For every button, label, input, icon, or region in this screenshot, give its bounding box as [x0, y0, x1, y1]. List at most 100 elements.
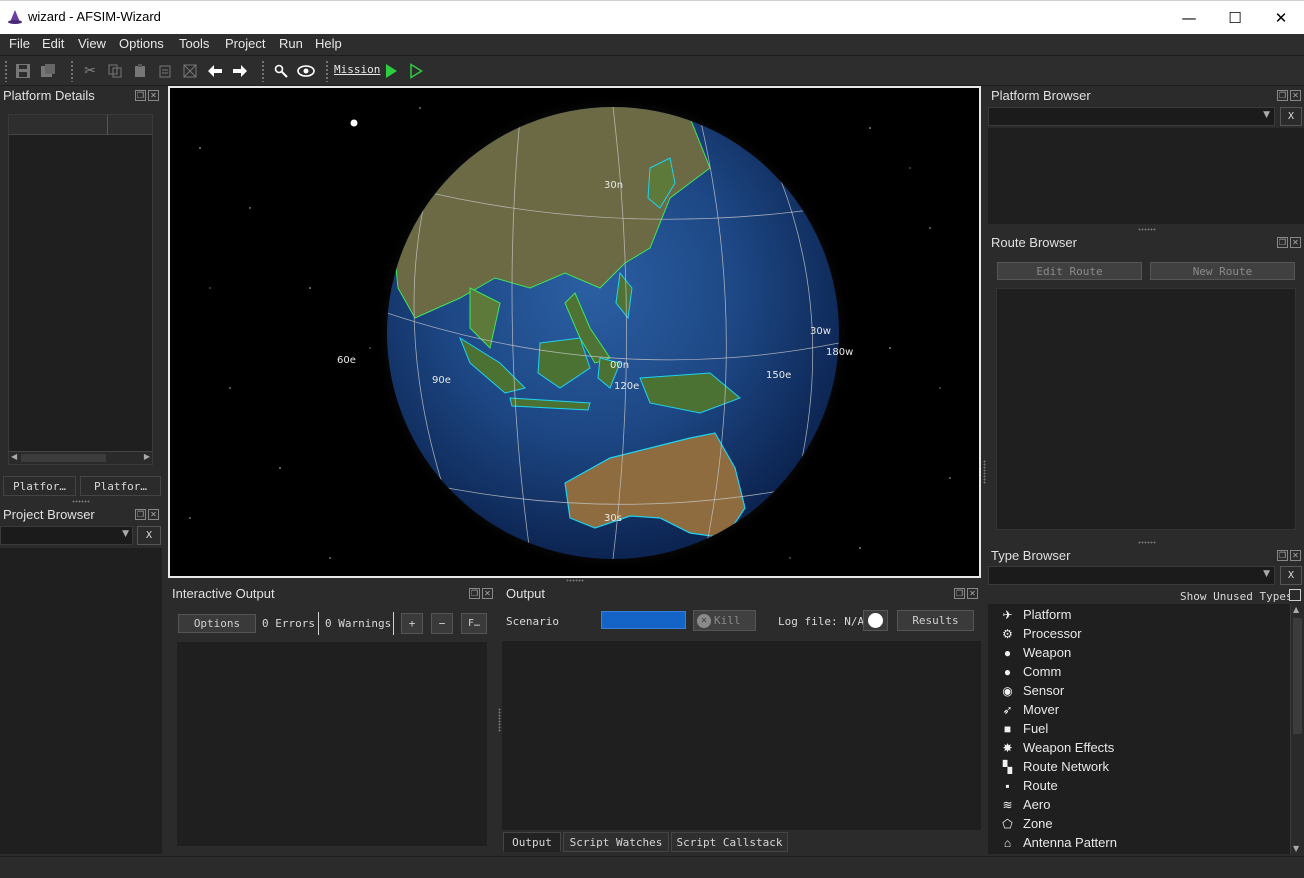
platform-details-table[interactable]: ◀ ▶: [8, 114, 153, 465]
float-icon[interactable]: ❐: [1277, 237, 1288, 248]
type-item-processor[interactable]: ⚙ Processor: [1000, 624, 1081, 643]
project-clear-button[interactable]: X: [137, 526, 161, 545]
back-arrow-icon[interactable]: [205, 61, 225, 81]
scroll-left-icon[interactable]: ◀: [11, 452, 17, 461]
close-icon[interactable]: ✕: [1290, 237, 1301, 248]
forward-arrow-icon[interactable]: [230, 61, 250, 81]
mission-combo[interactable]: Mission: [334, 63, 380, 76]
splitter-handle[interactable]: [72, 500, 90, 503]
project-filter-combo[interactable]: ▼: [0, 526, 133, 545]
search-icon[interactable]: [271, 61, 291, 81]
copy-icon[interactable]: [105, 61, 125, 81]
tab-output[interactable]: Output: [503, 832, 561, 852]
type-item-zone[interactable]: ⬠ Zone: [1000, 814, 1052, 833]
float-icon[interactable]: ❐: [1277, 550, 1288, 561]
edit-route-button[interactable]: Edit Route: [997, 262, 1142, 280]
type-item-fuel[interactable]: ■ Fuel: [1000, 719, 1048, 738]
route-browser-list[interactable]: [996, 288, 1296, 530]
globe-map[interactable]: 30n 00n 30s 60e 90e 120e 150e 180w 30w: [170, 88, 979, 576]
scroll-right-icon[interactable]: ▶: [144, 452, 150, 461]
close-button[interactable]: ✕: [1258, 1, 1304, 35]
close-icon[interactable]: ✕: [1290, 90, 1301, 101]
platform-browser-list[interactable]: [988, 128, 1304, 224]
minimize-button[interactable]: —: [1166, 1, 1212, 35]
type-filter-combo[interactable]: ▼: [988, 566, 1275, 585]
type-item-comm[interactable]: ● Comm: [1000, 662, 1061, 681]
splitter-handle[interactable]: [1138, 541, 1156, 544]
menu-edit[interactable]: Edit: [42, 36, 64, 51]
menu-tools[interactable]: Tools: [179, 36, 209, 51]
float-icon[interactable]: ❐: [954, 588, 965, 599]
toolbar-grip[interactable]: [325, 60, 329, 82]
tab-platform-1[interactable]: Platfor…: [3, 476, 76, 496]
type-item-antenna-pattern[interactable]: ⌂ Antenna Pattern: [1000, 833, 1117, 852]
type-item-platform[interactable]: ✈ Platform: [1000, 605, 1071, 624]
paste-special-icon[interactable]: [155, 61, 175, 81]
menu-view[interactable]: View: [78, 36, 106, 51]
warnings-count[interactable]: 0 Warnings: [325, 617, 391, 630]
menu-help[interactable]: Help: [315, 36, 342, 51]
close-icon[interactable]: ✕: [148, 90, 159, 101]
type-item-route[interactable]: ▪ Route: [1000, 776, 1057, 795]
maximize-button[interactable]: ☐: [1212, 1, 1258, 35]
new-route-button[interactable]: New Route: [1150, 262, 1295, 280]
platform-clear-button[interactable]: X: [1280, 107, 1302, 126]
map-view[interactable]: 30n 00n 30s 60e 90e 120e 150e 180w 30w: [168, 86, 981, 578]
expand-button[interactable]: +: [401, 613, 423, 634]
results-button[interactable]: Results: [897, 610, 974, 631]
horizontal-scrollbar[interactable]: ◀ ▶: [9, 451, 152, 464]
options-button[interactable]: Options: [178, 614, 256, 633]
type-clear-button[interactable]: X: [1280, 566, 1302, 585]
eye-icon[interactable]: [296, 61, 316, 81]
tab-script-callstack[interactable]: Script Callstack: [671, 832, 788, 852]
show-unused-checkbox[interactable]: [1289, 589, 1301, 601]
output-text[interactable]: [502, 641, 981, 830]
type-item-weapon[interactable]: ● Weapon: [1000, 643, 1071, 662]
tab-script-watches[interactable]: Script Watches: [563, 832, 669, 852]
scrollbar-thumb[interactable]: [1293, 618, 1302, 734]
menu-options[interactable]: Options: [119, 36, 164, 51]
save-icon[interactable]: [13, 61, 33, 81]
splitter-handle[interactable]: [498, 708, 501, 732]
float-icon[interactable]: ❐: [135, 90, 146, 101]
type-item-aero[interactable]: ≋ Aero: [1000, 795, 1050, 814]
collapse-button[interactable]: −: [431, 613, 453, 634]
scroll-down-icon[interactable]: ▼: [1293, 844, 1299, 853]
splitter-handle[interactable]: [566, 579, 584, 582]
play-icon[interactable]: [381, 61, 401, 81]
paste-icon[interactable]: [130, 61, 150, 81]
menu-file[interactable]: File: [9, 36, 30, 51]
filter-button[interactable]: F…: [461, 613, 487, 634]
platform-filter-combo[interactable]: ▼: [988, 107, 1275, 126]
type-item-sensor[interactable]: ◉ Sensor: [1000, 681, 1064, 700]
tab-platform-2[interactable]: Platfor…: [80, 476, 161, 496]
scrollbar-thumb[interactable]: [21, 454, 106, 462]
menu-run[interactable]: Run: [279, 36, 303, 51]
float-icon[interactable]: ❐: [135, 509, 146, 520]
float-icon[interactable]: ❐: [1277, 90, 1288, 101]
close-icon[interactable]: ✕: [148, 509, 159, 520]
splitter-handle[interactable]: [1138, 228, 1156, 231]
toolbar-grip[interactable]: [4, 60, 8, 82]
play-outline-icon[interactable]: [406, 61, 426, 81]
type-item-route-network[interactable]: ▚ Route Network: [1000, 757, 1109, 776]
format-icon[interactable]: [180, 61, 200, 81]
kill-button[interactable]: ✕ Kill: [693, 610, 756, 631]
toolbar-grip[interactable]: [261, 60, 265, 82]
type-item-weapon-effects[interactable]: ✸ Weapon Effects: [1000, 738, 1114, 757]
close-icon[interactable]: ✕: [482, 588, 493, 599]
open-log-button[interactable]: [863, 610, 888, 631]
scroll-up-icon[interactable]: ▲: [1293, 605, 1299, 614]
vertical-scrollbar[interactable]: ▲ ▼: [1290, 604, 1304, 854]
menu-project[interactable]: Project: [225, 36, 265, 51]
cut-icon[interactable]: ✂: [80, 61, 100, 81]
type-item-mover[interactable]: ➶ Mover: [1000, 700, 1059, 719]
splitter-handle[interactable]: [983, 460, 986, 484]
project-browser-tree[interactable]: [0, 548, 162, 854]
float-icon[interactable]: ❐: [469, 588, 480, 599]
close-icon[interactable]: ✕: [967, 588, 978, 599]
toolbar-grip[interactable]: [70, 60, 74, 82]
close-icon[interactable]: ✕: [1290, 550, 1301, 561]
interactive-output-text[interactable]: [177, 642, 487, 846]
save-all-icon[interactable]: [38, 61, 58, 81]
